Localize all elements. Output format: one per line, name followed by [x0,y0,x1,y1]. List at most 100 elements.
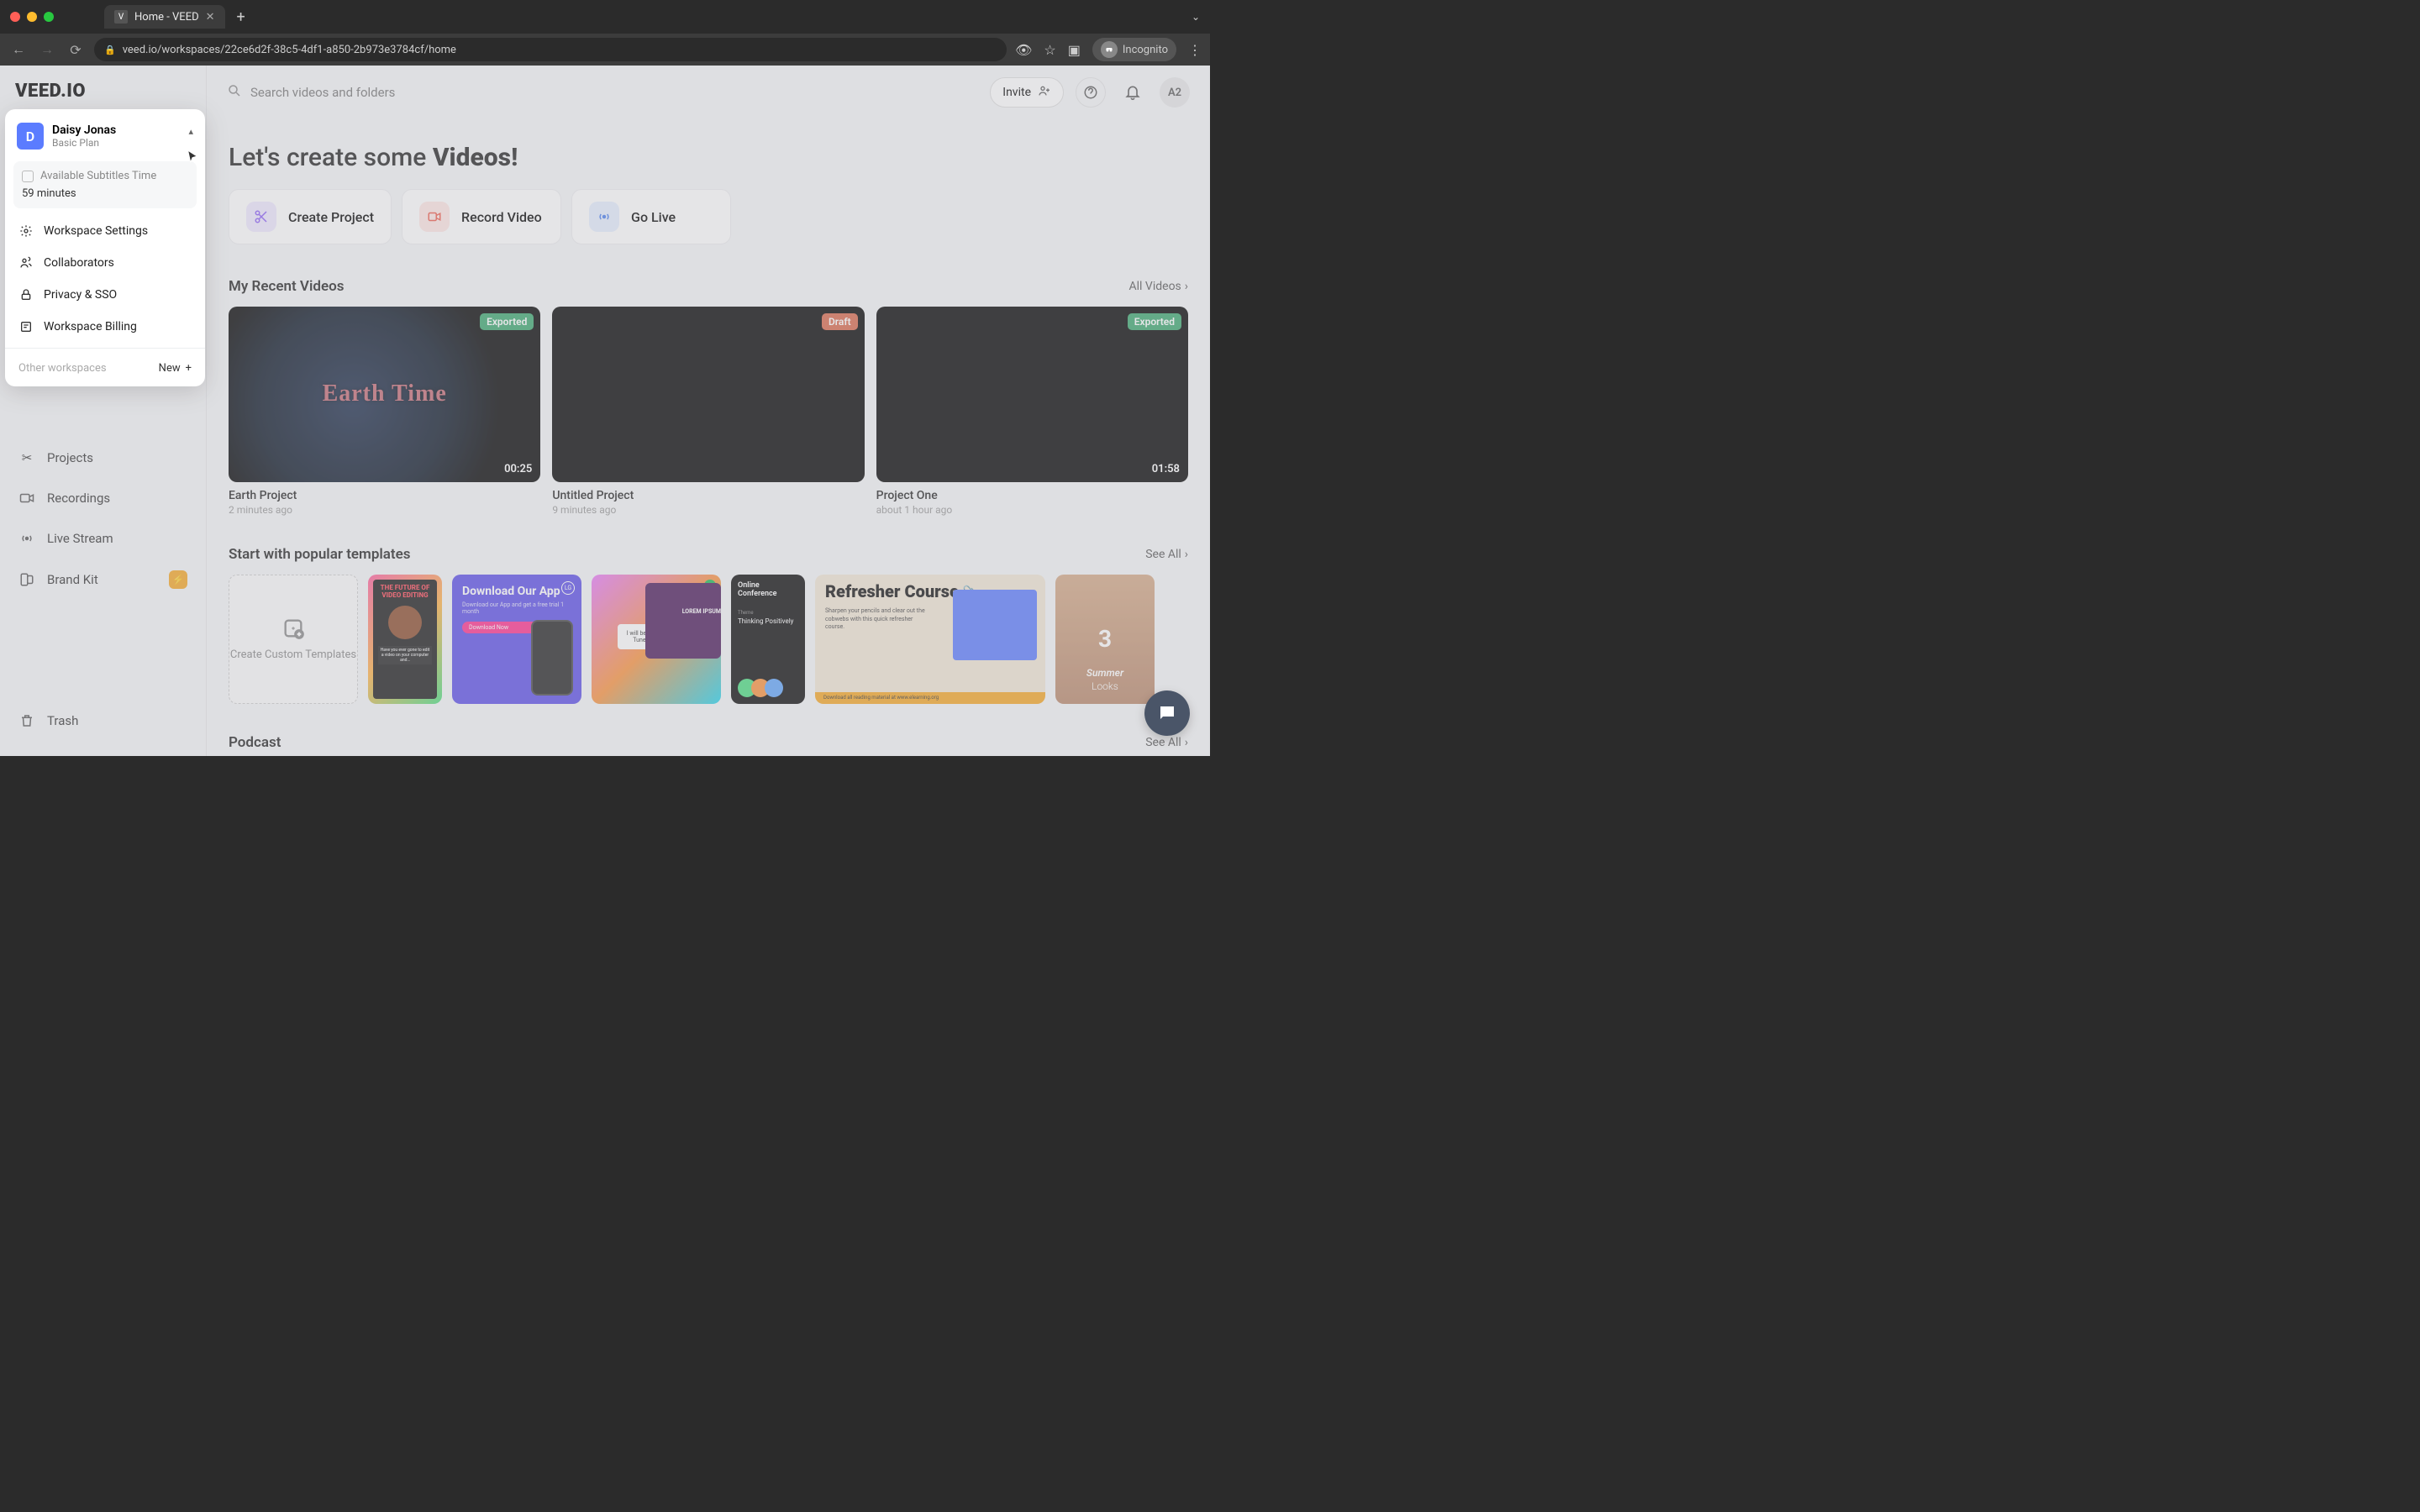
phone-mockup [531,620,573,696]
menu-workspace-billing[interactable]: Workspace Billing [5,311,205,343]
template-card[interactable]: LOREM IPSUM I will be releasing my new s… [592,575,721,704]
chevron-up-icon[interactable]: ▴ [188,126,193,137]
sidebar-label: Brand Kit [47,572,98,587]
sidebar-label: Live Stream [47,531,113,546]
window-minimize[interactable] [27,12,37,22]
sidebar-item-projects[interactable]: ✂ Projects [0,438,206,478]
create-custom-template[interactable]: Create Custom Templates [229,575,358,704]
brandkit-icon [18,571,35,588]
sidebar-label: Trash [47,713,78,728]
search-icon [227,83,242,102]
template-plus-icon [281,617,305,640]
template-card[interactable]: LG Download Our App Download our App and… [452,575,581,704]
go-live-button[interactable]: Go Live [571,189,731,244]
divider [5,348,205,349]
sidebar-item-brandkit[interactable]: Brand Kit ⚡ [0,559,206,601]
incognito-badge[interactable]: Incognito [1092,38,1176,61]
template-card[interactable]: THE FUTURE OF VIDEO EDITING Have you eve… [368,575,442,704]
lock-icon [18,287,34,302]
checkbox-empty-icon [22,171,34,182]
subtitles-label: Available Subtitles Time [40,170,156,182]
template-image [953,590,1037,660]
see-all-podcast-link[interactable]: See All › [1145,736,1188,749]
broadcast-icon [18,530,35,547]
chat-icon [1157,703,1177,723]
user-avatar[interactable]: A2 [1160,77,1190,108]
users-icon [18,255,34,270]
record-video-button[interactable]: Record Video [402,189,561,244]
recent-videos-title: My Recent Videos [229,278,344,295]
back-button[interactable]: ← [8,41,29,58]
menu-icon[interactable]: ⋮ [1188,42,1202,58]
workspace-plan: Basic Plan [52,137,116,149]
incognito-icon [1101,41,1118,58]
video-thumbnail[interactable]: Exported 01:58 [876,307,1188,482]
template-text: Sharpen your pencils and clear out the c… [825,607,930,632]
notifications-button[interactable] [1118,77,1148,108]
menu-privacy-sso[interactable]: Privacy & SSO [5,279,205,311]
template-text: 3 [1098,625,1112,653]
window-close[interactable] [10,12,20,22]
menu-label: Workspace Billing [44,320,137,333]
menu-workspace-settings[interactable]: Workspace Settings [5,215,205,247]
panel-icon[interactable]: ▣ [1068,42,1081,58]
help-button[interactable] [1076,77,1106,108]
template-text: Conference [738,590,798,598]
menu-collaborators[interactable]: Collaborators [5,247,205,279]
eye-off-icon[interactable]: 👁 [1015,42,1032,58]
video-thumbnail[interactable]: Draft [552,307,864,482]
template-card[interactable]: 3 Summer Looks [1055,575,1155,704]
duration-label: 01:58 [1152,463,1180,475]
template-card[interactable]: Online Conference Theme Thinking Positiv… [731,575,805,704]
favicon: V [114,10,128,24]
menu-label: Workspace Settings [44,224,148,238]
invite-label: Invite [1002,86,1031,99]
sidebar-item-livestream[interactable]: Live Stream [0,518,206,559]
upgrade-badge-icon: ⚡ [169,570,187,589]
custom-template-label: Create Custom Templates [230,648,356,661]
trash-icon [18,712,35,729]
invite-button[interactable]: Invite [990,77,1064,108]
template-text: Refresher Course [825,581,959,601]
status-badge: Exported [480,313,534,330]
chevron-right-icon: › [1185,736,1188,749]
window-maximize[interactable] [44,12,54,22]
star-icon[interactable]: ☆ [1044,42,1055,58]
template-card[interactable]: Refresher Course 📎 Sharpen your pencils … [815,575,1045,704]
template-text: Thinking Positively [738,617,798,625]
chat-fab[interactable] [1144,690,1190,736]
template-text: Download all reading material at www.ele… [815,692,1045,704]
live-icon [589,202,619,232]
see-all-templates-link[interactable]: See All › [1145,548,1188,561]
video-thumbnail[interactable]: Exported Earth Time 00:25 [229,307,540,482]
template-text: Looks [1092,680,1118,692]
video-card[interactable]: Exported Earth Time 00:25 Earth Project … [229,307,540,516]
video-card[interactable]: Draft Untitled Project 9 minutes ago [552,307,864,516]
tab-close-icon[interactable]: ✕ [206,11,215,24]
workspace-header[interactable]: D Daisy Jonas Basic Plan ▴ [5,118,205,158]
search-input[interactable] [250,85,978,100]
forward-button[interactable]: → [37,41,57,58]
sidebar-item-trash[interactable]: Trash [0,701,206,741]
template-text: Theme [738,610,798,616]
workspace-popover: D Daisy Jonas Basic Plan ▴ Available Sub… [5,109,205,386]
workspace-name: Daisy Jonas [52,123,116,137]
scissors-icon: ✂ [18,449,35,466]
chevron-right-icon: › [1185,548,1188,561]
address-bar[interactable]: 🔒 veed.io/workspaces/22ce6d2f-38c5-4df1-… [94,38,1007,61]
sidebar-item-recordings[interactable]: Recordings [0,478,206,518]
new-workspace-button[interactable]: New + [159,362,192,375]
new-tab-button[interactable]: + [237,8,245,26]
incognito-label: Incognito [1123,44,1168,56]
browser-tab[interactable]: V Home - VEED ✕ [104,5,225,29]
reload-button[interactable]: ⟳ [66,42,86,58]
status-badge: Exported [1128,313,1181,330]
create-project-button[interactable]: Create Project [229,189,392,244]
template-text: Online [738,581,798,590]
video-card[interactable]: Exported 01:58 Project One about 1 hour … [876,307,1188,516]
template-image [645,583,721,659]
duration-label: 00:25 [504,463,532,475]
tab-overflow-icon[interactable]: ⌄ [1192,11,1200,23]
video-icon [18,490,35,507]
all-videos-link[interactable]: All Videos › [1129,280,1188,293]
